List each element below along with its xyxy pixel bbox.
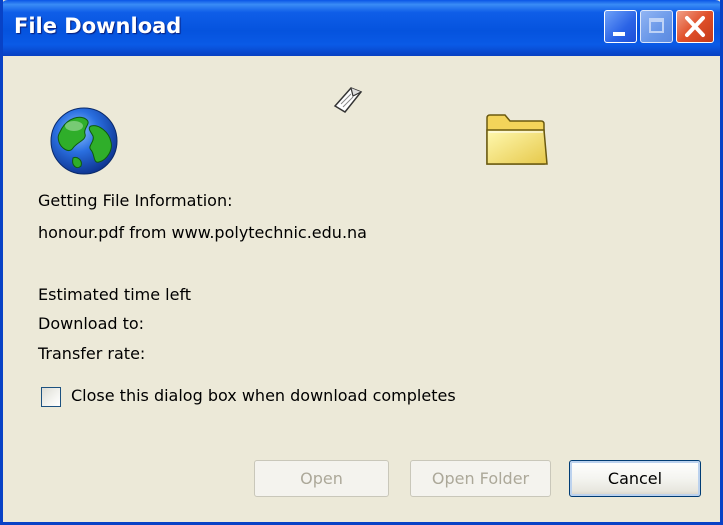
close-on-complete-checkbox[interactable] [41,387,61,407]
open-button: Open [254,460,389,497]
status-line-file-source: honour.pdf from www.polytechnic.edu.na [38,223,367,242]
estimated-time-label: Estimated time left [38,285,192,304]
file-download-dialog: File Download Getting File Information: … [0,0,723,525]
maximize-icon [649,18,664,33]
close-button[interactable] [676,10,714,43]
close-icon [685,16,705,37]
close-on-complete-label[interactable]: Close this dialog box when download comp… [71,386,456,405]
title-bar[interactable]: File Download [3,0,720,56]
maximize-button [640,10,673,43]
status-line-getting-info: Getting File Information: [38,191,233,210]
minimize-icon [613,32,625,36]
open-folder-button: Open Folder [410,460,551,497]
minimize-button[interactable] [604,10,637,43]
flying-document-icon [333,87,363,113]
transfer-rate-label: Transfer rate: [38,344,146,363]
folder-icon [486,114,548,165]
globe-icon [50,107,118,175]
window-title: File Download [14,14,182,38]
download-to-label: Download to: [38,314,145,333]
cancel-button[interactable]: Cancel [569,460,701,497]
